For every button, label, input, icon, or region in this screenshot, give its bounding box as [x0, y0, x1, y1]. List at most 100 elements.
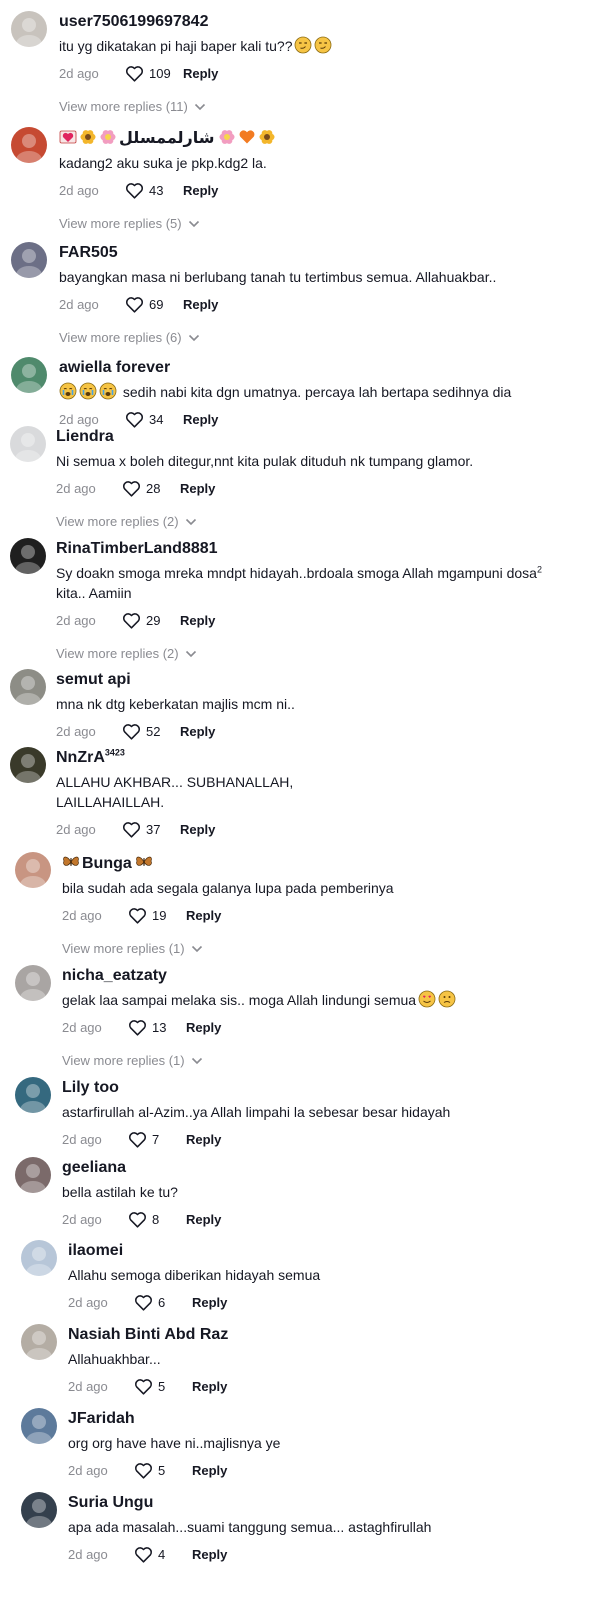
comment-body: gelak laa sampai melaka sis.. moga Allah… — [62, 990, 580, 1010]
username[interactable]: ilaomei — [68, 1242, 123, 1259]
chevron-down-icon — [179, 514, 197, 529]
like-button[interactable]: 29 — [122, 612, 180, 629]
reply-button[interactable]: Reply — [186, 1132, 221, 1147]
reply-button[interactable]: Reply — [183, 183, 218, 198]
avatar[interactable] — [10, 747, 46, 783]
like-button[interactable]: 43 — [125, 182, 183, 199]
comment-text: sedih nabi kita dgn umatnya. percaya lah… — [122, 384, 512, 400]
comment-author: Nasiah Binti Abd Raz — [68, 1325, 580, 1345]
comment-text: org org have have ni..majlisnya ye — [68, 1435, 281, 1451]
username[interactable]: Liendra — [56, 428, 114, 445]
like-button[interactable]: 109 — [125, 65, 183, 82]
like-button[interactable]: 5 — [134, 1462, 192, 1479]
avatar[interactable] — [15, 1157, 51, 1193]
reply-button[interactable]: Reply — [192, 1547, 227, 1562]
username[interactable]: Suria Ungu — [68, 1494, 153, 1511]
reply-button[interactable]: Reply — [186, 908, 221, 923]
reply-button[interactable]: Reply — [180, 724, 215, 739]
username[interactable]: FAR505 — [59, 244, 118, 261]
comment-author: user7506199697842 — [59, 12, 580, 32]
reply-button[interactable]: Reply — [183, 297, 218, 312]
heart-icon — [125, 182, 149, 199]
crying-face-emoji — [79, 382, 97, 400]
reply-button[interactable]: Reply — [180, 613, 215, 628]
heart-icon — [122, 723, 146, 740]
like-button[interactable]: 37 — [122, 821, 180, 838]
comment-body: astarfirullah al-Azim..ya Allah limpahi … — [62, 1102, 580, 1122]
avatar[interactable] — [21, 1324, 57, 1360]
like-button[interactable]: 4 — [134, 1546, 192, 1563]
avatar[interactable] — [11, 127, 47, 163]
username-superscript: 3423 — [104, 747, 125, 758]
comment-meta: 2d ago 37 Reply — [56, 820, 580, 838]
view-more-replies-button[interactable]: View more replies (5) — [59, 216, 580, 231]
comment-text: Ni semua x boleh ditegur,nnt kita pulak … — [56, 453, 474, 469]
reply-button[interactable]: Reply — [180, 481, 215, 496]
username[interactable]: user7506199697842 — [59, 13, 208, 30]
reply-button[interactable]: Reply — [183, 412, 218, 427]
reply-button[interactable]: Reply — [180, 822, 215, 837]
comment-author: geeliana — [62, 1158, 580, 1178]
like-button[interactable]: 7 — [128, 1131, 186, 1148]
avatar[interactable] — [21, 1492, 57, 1528]
view-more-replies-button[interactable]: View more replies (11) — [59, 99, 580, 114]
reply-button[interactable]: Reply — [186, 1212, 221, 1227]
reply-button[interactable]: Reply — [183, 66, 218, 81]
comment-body: bayangkan masa ni berlubang tanah tu ter… — [59, 267, 580, 287]
username[interactable]: RinaTimberLand8881 — [56, 540, 218, 557]
crying-face-emoji — [99, 382, 117, 400]
avatar[interactable] — [11, 242, 47, 278]
heart-icon — [134, 1546, 158, 1563]
username[interactable]: NnZrA — [56, 749, 105, 766]
avatar[interactable] — [15, 852, 51, 888]
avatar[interactable] — [21, 1408, 57, 1444]
like-button[interactable]: 8 — [128, 1211, 186, 1228]
reply-button[interactable]: Reply — [192, 1379, 227, 1394]
avatar[interactable] — [11, 11, 47, 47]
avatar[interactable] — [10, 669, 46, 705]
username[interactable]: Bunga — [82, 855, 132, 872]
avatar[interactable] — [21, 1240, 57, 1276]
reply-button[interactable]: Reply — [192, 1463, 227, 1478]
username[interactable]: nicha_eatzaty — [62, 967, 167, 984]
like-count: 29 — [146, 612, 161, 628]
timestamp: 2d ago — [59, 411, 99, 427]
comment-body: Sy doakn smoga mreka mndpt hidayah..brdo… — [56, 563, 580, 603]
avatar[interactable] — [10, 538, 46, 574]
comment-text-line2: LAILLAHAILLAH. — [56, 794, 165, 810]
like-count: 5 — [158, 1378, 166, 1394]
like-button[interactable]: 13 — [128, 1019, 186, 1036]
view-more-replies-button[interactable]: View more replies (1) — [62, 941, 580, 956]
username[interactable]: Lily too — [62, 1079, 119, 1096]
reply-button[interactable]: Reply — [186, 1020, 221, 1035]
avatar[interactable] — [15, 965, 51, 1001]
comment-author: FAR505 — [59, 243, 580, 263]
avatar[interactable] — [15, 1077, 51, 1113]
like-button[interactable]: 19 — [128, 907, 186, 924]
username[interactable]: JFaridah — [68, 1410, 135, 1427]
like-button[interactable]: 52 — [122, 723, 180, 740]
username[interactable]: Nasiah Binti Abd Raz — [68, 1326, 228, 1343]
view-more-replies-button[interactable]: View more replies (6) — [59, 330, 580, 345]
comment-text: bayangkan masa ni berlubang tanah tu ter… — [59, 269, 497, 285]
timestamp: 2d ago — [56, 821, 96, 837]
like-button[interactable]: 5 — [134, 1378, 192, 1395]
username[interactable]: شارلممسلل — [119, 130, 215, 147]
comment-author: RinaTimberLand8881 — [56, 539, 580, 559]
view-more-replies-button[interactable]: View more replies (2) — [56, 514, 580, 529]
timestamp: 2d ago — [68, 1294, 108, 1310]
like-button[interactable]: 28 — [122, 480, 180, 497]
avatar[interactable] — [10, 426, 46, 462]
like-button[interactable]: 69 — [125, 296, 183, 313]
comment-author: NnZrA3423 — [56, 748, 580, 768]
view-more-replies-button[interactable]: View more replies (2) — [56, 646, 580, 661]
username[interactable]: semut api — [56, 671, 131, 688]
view-more-replies-button[interactable]: View more replies (1) — [62, 1053, 580, 1068]
reply-button[interactable]: Reply — [192, 1295, 227, 1310]
username[interactable]: awiella forever — [59, 359, 170, 376]
username[interactable]: geeliana — [62, 1159, 126, 1176]
like-button[interactable]: 6 — [134, 1294, 192, 1311]
like-button[interactable]: 34 — [125, 411, 183, 428]
avatar[interactable] — [11, 357, 47, 393]
comment-meta: 2d ago 6 Reply — [68, 1293, 580, 1311]
